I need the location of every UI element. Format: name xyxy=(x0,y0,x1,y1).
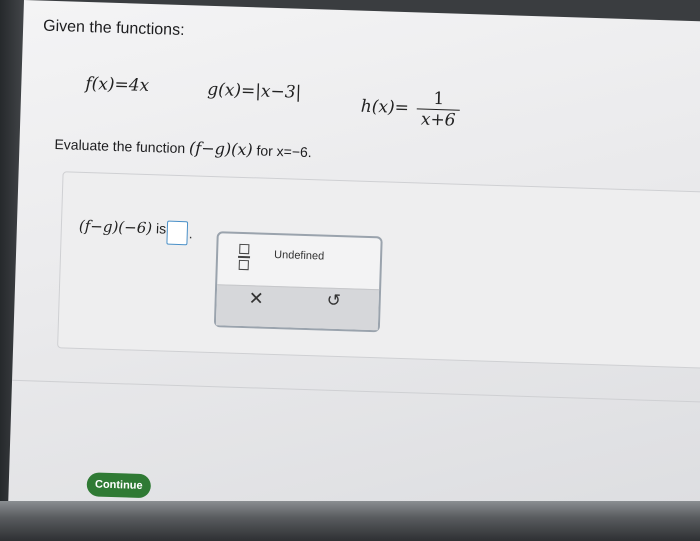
fraction-denominator: x+6 xyxy=(420,109,456,131)
function-h-definition: h(x)= 1 x+6 xyxy=(360,87,461,131)
undo-icon[interactable]: ↺ xyxy=(326,291,341,311)
answer-label: (f−g)(−6) is xyxy=(79,217,167,238)
function-g-definition: g(x)=|x−3| xyxy=(206,79,302,103)
evaluate-instruction: Evaluate the function (f−g)(x) for x=−6. xyxy=(54,134,312,161)
fraction-numerator-box xyxy=(239,244,250,255)
evaluate-expression: (f−g)(x) xyxy=(188,138,253,160)
function-h-fraction: 1 x+6 xyxy=(417,88,461,131)
function-f-definition: f(x)=4x xyxy=(85,73,150,96)
answer-period: . xyxy=(188,225,193,242)
answer-input-box[interactable] xyxy=(166,220,189,246)
evaluate-prefix: Evaluate the function xyxy=(54,136,186,157)
answer-expression: (f−g)(−6) xyxy=(78,216,153,238)
monitor-bezel-bottom xyxy=(0,501,700,541)
continue-button[interactable]: Continue xyxy=(86,472,152,499)
prompt-title: Given the functions: xyxy=(42,17,185,40)
clear-icon[interactable]: ✕ xyxy=(248,288,264,309)
section-divider xyxy=(12,379,700,403)
fraction-denominator-box xyxy=(238,259,249,270)
fraction-icon[interactable] xyxy=(234,242,255,273)
answer-is-text: is xyxy=(155,220,167,237)
assessment-screen: Given the functions: f(x)=4x g(x)=|x−3| … xyxy=(7,0,700,537)
function-h-lhs: h(x)= xyxy=(360,96,410,119)
fraction-bar xyxy=(238,256,251,258)
fraction-numerator: 1 xyxy=(417,88,461,111)
math-palette: Undefined ✕ ↺ xyxy=(213,231,383,333)
undefined-button[interactable]: Undefined xyxy=(274,249,325,263)
palette-action-bar xyxy=(215,284,380,331)
evaluate-suffix: for x=−6. xyxy=(256,142,312,161)
